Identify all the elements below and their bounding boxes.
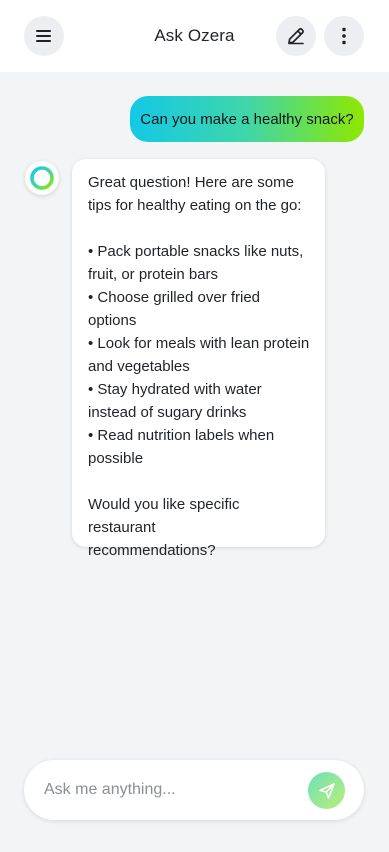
assistant-outro-line: recommendations? bbox=[88, 542, 216, 559]
assistant-outro-line: Would you like specific restaurant bbox=[88, 496, 240, 536]
tip-line: • Choose grilled over fried bbox=[88, 289, 261, 306]
tip-line: • Look for meals with lean protein bbox=[88, 335, 310, 352]
assistant-intro-line: tips for healthy eating on the go: bbox=[88, 197, 302, 214]
more-options-button[interactable] bbox=[324, 16, 364, 56]
send-button[interactable] bbox=[308, 772, 345, 809]
user-message-bubble: Can you make a healthy snack? bbox=[130, 96, 364, 142]
assistant-intro-line: Great question! Here are some bbox=[88, 174, 294, 191]
tip-line: instead of sugary drinks bbox=[88, 404, 247, 421]
paper-plane-send-icon bbox=[318, 782, 335, 799]
assistant-message-bubble: Great question! Here are some tips for h… bbox=[72, 159, 325, 559]
chat-screen: Ask Ozera Can you make a healthy snack? bbox=[0, 0, 389, 852]
ozera-ring-logo bbox=[30, 166, 54, 190]
tip-line: • Read nutrition labels when bbox=[88, 427, 275, 444]
tip-line: • Stay hydrated with water bbox=[88, 381, 262, 398]
tip-line: and vegetables bbox=[88, 358, 190, 375]
message-composer bbox=[24, 760, 364, 820]
more-vertical-icon bbox=[342, 27, 346, 45]
tip-line: fruit, or protein bars bbox=[88, 266, 219, 283]
pencil-edit-icon bbox=[288, 28, 304, 45]
assistant-avatar bbox=[25, 161, 59, 195]
new-chat-button[interactable] bbox=[276, 16, 316, 56]
tip-line: possible bbox=[88, 450, 144, 467]
tip-line: • Pack portable snacks like nuts, bbox=[88, 243, 304, 260]
tip-line: options bbox=[88, 312, 137, 329]
message-input[interactable] bbox=[44, 760, 304, 820]
app-header: Ask Ozera bbox=[0, 0, 389, 72]
